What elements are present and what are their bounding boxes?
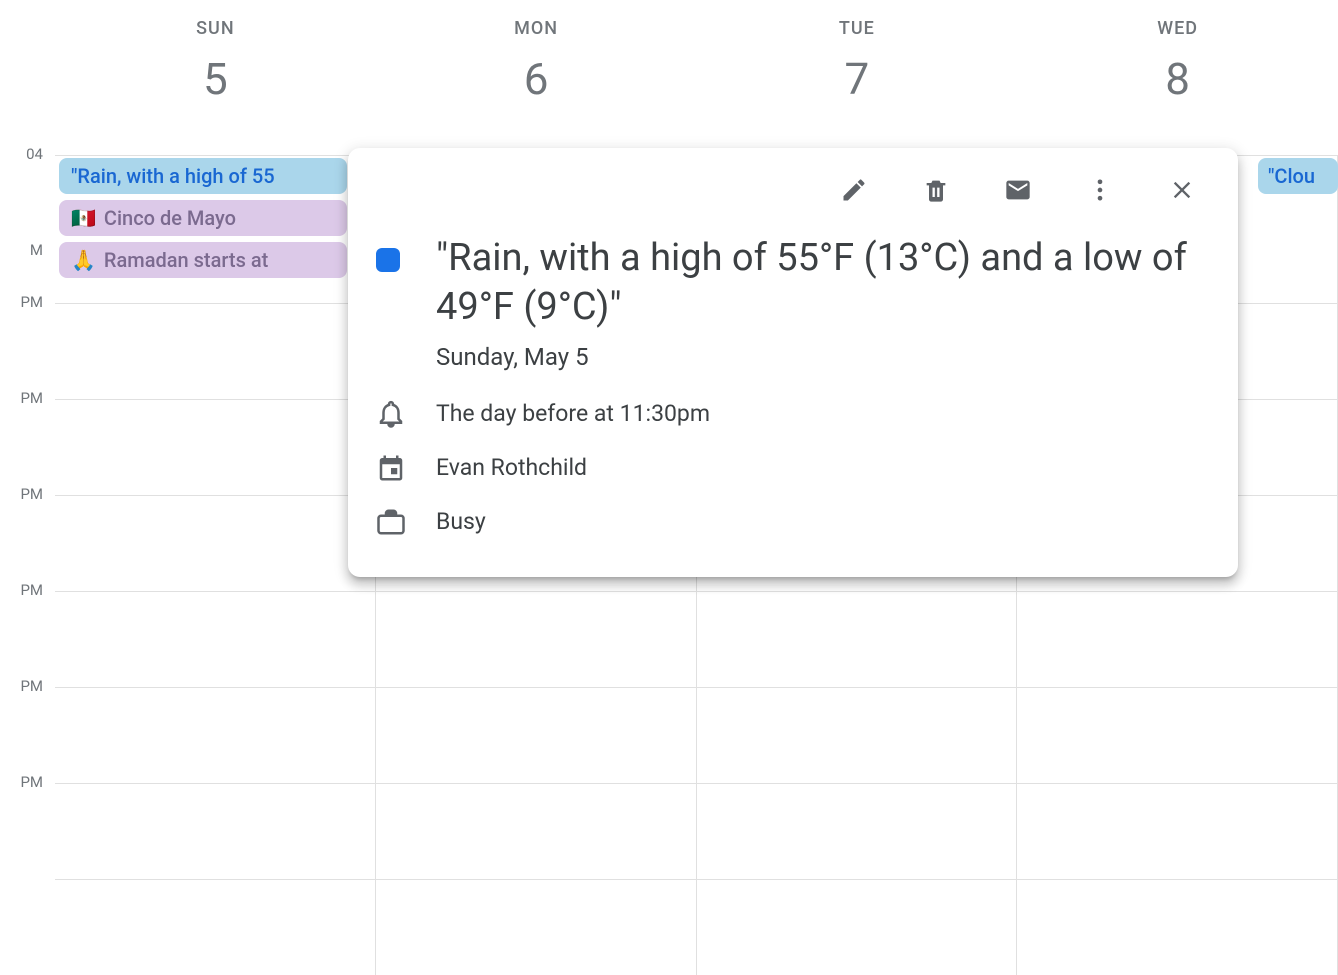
reminder-row: The day before at 11:30pm (376, 399, 1210, 429)
pencil-icon (840, 176, 868, 208)
day-name: SUN (55, 18, 376, 39)
delete-button[interactable] (916, 172, 956, 212)
event-label: "Clou (1268, 164, 1315, 188)
time-label: PM (0, 677, 55, 773)
trash-icon (922, 176, 950, 208)
day-number: 8 (1017, 53, 1338, 105)
event-weather-wed[interactable]: "Clou (1258, 158, 1338, 194)
bell-icon (376, 399, 406, 429)
time-axis: 04 M PM PM PM PM PM PM (0, 155, 55, 879)
time-label: PM (0, 773, 55, 869)
day-header-wed[interactable]: WED 8 (1017, 0, 1338, 105)
event-label: Cinco de Mayo (104, 206, 236, 230)
time-label: 04 (0, 145, 55, 241)
briefcase-icon (376, 507, 406, 537)
time-label: PM (0, 293, 55, 389)
day-number: 6 (376, 53, 697, 105)
event-ramadan[interactable]: 🙏 Ramadan starts at (59, 242, 347, 278)
popup-content: "Rain, with a high of 55°F (13°C) and a … (376, 234, 1210, 371)
envelope-icon (1004, 176, 1032, 208)
pray-icon: 🙏 (71, 248, 96, 272)
more-options-button[interactable] (1080, 172, 1120, 212)
day-name: MON (376, 18, 697, 39)
sunday-events: "Rain, with a high of 55 🇲🇽 Cinco de Mayo… (55, 155, 351, 281)
availability-row: Busy (376, 507, 1210, 537)
popup-toolbar (376, 172, 1210, 234)
time-label: PM (0, 581, 55, 677)
event-cinco-de-mayo[interactable]: 🇲🇽 Cinco de Mayo (59, 200, 347, 236)
day-header-sun[interactable]: SUN 5 (55, 0, 376, 105)
calendar-owner-row: Evan Rothchild (376, 453, 1210, 483)
email-button[interactable] (998, 172, 1038, 212)
day-header-mon[interactable]: MON 6 (376, 0, 697, 105)
day-name: WED (1017, 18, 1338, 39)
event-label: Ramadan starts at (104, 248, 268, 272)
reminder-text: The day before at 11:30pm (436, 400, 710, 427)
day-number: 5 (55, 53, 376, 105)
day-number: 7 (697, 53, 1018, 105)
availability-text: Busy (436, 508, 486, 535)
event-label: "Rain, with a high of 55 (71, 164, 275, 188)
close-icon (1168, 176, 1196, 208)
close-button[interactable] (1162, 172, 1202, 212)
more-vertical-icon (1086, 176, 1114, 208)
event-date: Sunday, May 5 (436, 343, 1210, 371)
color-dot (376, 248, 400, 272)
calendar-owner-text: Evan Rothchild (436, 454, 587, 481)
day-headers-row: SUN 5 MON 6 TUE 7 WED 8 (0, 0, 1338, 105)
event-weather-sun[interactable]: "Rain, with a high of 55 (59, 158, 347, 194)
time-label: PM (0, 389, 55, 485)
calendar-icon (376, 453, 406, 483)
flag-mexico-icon: 🇲🇽 (71, 206, 96, 230)
event-details-popup: "Rain, with a high of 55°F (13°C) and a … (348, 148, 1238, 577)
day-name: TUE (697, 18, 1018, 39)
event-title: "Rain, with a high of 55°F (13°C) and a … (436, 234, 1210, 333)
time-label: M (0, 241, 55, 293)
time-label: PM (0, 485, 55, 581)
day-header-tue[interactable]: TUE 7 (697, 0, 1018, 105)
event-color-indicator (376, 234, 406, 371)
edit-button[interactable] (834, 172, 874, 212)
